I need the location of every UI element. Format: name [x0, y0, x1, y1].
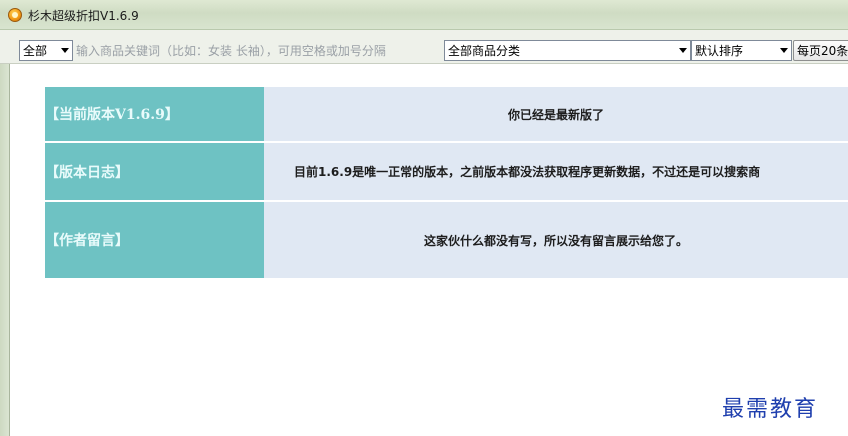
info-label: 【作者留言】 — [45, 202, 264, 278]
version-info-table: 【当前版本V1.6.9】 你已经是最新版了 【版本日志】 目前1.6.9是唯一正… — [45, 87, 848, 278]
info-value: 目前1.6.9是唯一正常的版本，之前版本都没法获取程序更新数据，不过还是可以搜索… — [264, 143, 848, 200]
category-select-value: 全部商品分类 — [448, 44, 521, 58]
info-value: 这家伙什么都没有写，所以没有留言展示给您了。 — [264, 202, 848, 278]
chevron-down-icon — [679, 48, 687, 53]
info-value: 你已经是最新版了 — [264, 87, 848, 141]
scope-select[interactable]: 全部 — [19, 40, 73, 61]
chevron-down-icon — [61, 48, 69, 53]
sort-select-value: 默认排序 — [695, 44, 744, 58]
watermark-text: 最需教育 — [722, 397, 819, 422]
info-row-author-message: 【作者留言】 这家伙什么都没有写，所以没有留言展示给您了。 — [45, 202, 848, 278]
window-frame-left — [0, 64, 10, 436]
search-toolbar: 全部 全部商品分类 默认排序 每页20条 — [0, 30, 848, 64]
per-page-button[interactable]: 每页20条 — [793, 40, 848, 61]
info-label: 【版本日志】 — [45, 143, 264, 200]
title-bar[interactable]: 杉木超级折扣V1.6.9 — [0, 0, 848, 30]
scope-select-value: 全部 — [23, 44, 48, 58]
info-row-changelog: 【版本日志】 目前1.6.9是唯一正常的版本，之前版本都没法获取程序更新数据，不… — [45, 143, 848, 200]
per-page-label: 每页20条 — [797, 44, 848, 58]
app-logo-icon — [8, 8, 22, 22]
category-select[interactable]: 全部商品分类 — [444, 40, 691, 61]
content-panel: 【当前版本V1.6.9】 你已经是最新版了 【版本日志】 目前1.6.9是唯一正… — [11, 65, 848, 436]
search-input[interactable] — [73, 40, 439, 61]
window-title: 杉木超级折扣V1.6.9 — [28, 9, 139, 23]
sort-select[interactable]: 默认排序 — [691, 40, 792, 61]
info-row-version: 【当前版本V1.6.9】 你已经是最新版了 — [45, 87, 848, 141]
chevron-down-icon — [780, 48, 788, 53]
info-label: 【当前版本V1.6.9】 — [45, 87, 264, 141]
